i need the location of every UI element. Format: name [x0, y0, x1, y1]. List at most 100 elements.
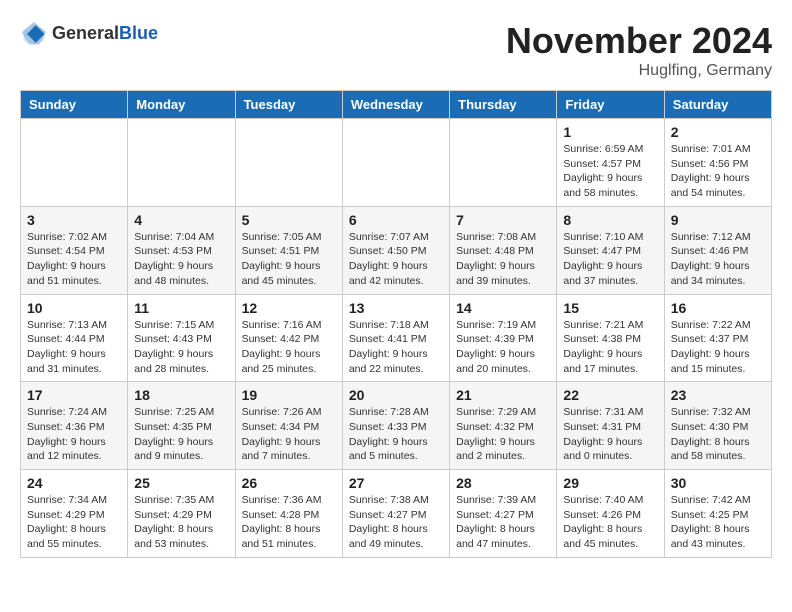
calendar-cell: 16 Sunrise: 7:22 AM Sunset: 4:37 PM Dayli… — [664, 294, 771, 382]
day-info: Sunrise: 7:21 AM Sunset: 4:38 PM Dayligh… — [563, 318, 657, 377]
calendar-cell: 14 Sunrise: 7:19 AM Sunset: 4:39 PM Dayli… — [450, 294, 557, 382]
weekday-header-row: Sunday Monday Tuesday Wednesday Thursday… — [21, 91, 772, 119]
calendar-cell: 12 Sunrise: 7:16 AM Sunset: 4:42 PM Dayli… — [235, 294, 342, 382]
calendar-week-row: 24 Sunrise: 7:34 AM Sunset: 4:29 PM Dayli… — [21, 470, 772, 558]
calendar-cell: 28 Sunrise: 7:39 AM Sunset: 4:27 PM Dayli… — [450, 470, 557, 558]
day-number: 16 — [671, 300, 765, 316]
calendar-cell — [235, 119, 342, 207]
day-info: Sunrise: 7:22 AM Sunset: 4:37 PM Dayligh… — [671, 318, 765, 377]
header-thursday: Thursday — [450, 91, 557, 119]
calendar-cell — [342, 119, 449, 207]
day-number: 5 — [242, 212, 336, 228]
day-info: Sunrise: 7:04 AM Sunset: 4:53 PM Dayligh… — [134, 230, 228, 289]
calendar-cell: 27Sunrise: 7:38 AM Sunset: 4:27 PM Dayli… — [342, 470, 449, 558]
day-info: Sunrise: 7:13 AM Sunset: 4:44 PM Dayligh… — [27, 318, 121, 377]
logo-general: GeneralBlue — [52, 24, 158, 44]
calendar-cell: 17Sunrise: 7:24 AM Sunset: 4:36 PM Dayli… — [21, 382, 128, 470]
day-info: Sunrise: 7:32 AM Sunset: 4:30 PM Dayligh… — [671, 405, 765, 464]
calendar-cell: 24 Sunrise: 7:34 AM Sunset: 4:29 PM Dayli… — [21, 470, 128, 558]
day-info: Sunrise: 7:39 AM Sunset: 4:27 PM Dayligh… — [456, 493, 550, 552]
header: GeneralBlue November 2024 Huglfing, Germ… — [20, 20, 772, 80]
day-info: Sunrise: 7:15 AM Sunset: 4:43 PM Dayligh… — [134, 318, 228, 377]
day-number: 24 — [27, 475, 121, 491]
calendar-cell — [450, 119, 557, 207]
day-info: Sunrise: 7:02 AM Sunset: 4:54 PM Dayligh… — [27, 230, 121, 289]
calendar-week-row: 1 Sunrise: 6:59 AM Sunset: 4:57 PM Daylig… — [21, 119, 772, 207]
day-info: Sunrise: 7:10 AM Sunset: 4:47 PM Dayligh… — [563, 230, 657, 289]
day-info: Sunrise: 7:16 AM Sunset: 4:42 PM Dayligh… — [242, 318, 336, 377]
header-sunday: Sunday — [21, 91, 128, 119]
calendar-cell: 7Sunrise: 7:08 AM Sunset: 4:48 PM Daylig… — [450, 206, 557, 294]
calendar-cell: 10 Sunrise: 7:13 AM Sunset: 4:44 PM Dayli… — [21, 294, 128, 382]
day-number: 22 — [563, 387, 657, 403]
day-number: 11 — [134, 300, 228, 316]
day-number: 7 — [456, 212, 550, 228]
day-info: Sunrise: 7:28 AM Sunset: 4:33 PM Dayligh… — [349, 405, 443, 464]
header-monday: Monday — [128, 91, 235, 119]
day-info: Sunrise: 7:05 AM Sunset: 4:51 PM Dayligh… — [242, 230, 336, 289]
logo-icon — [20, 20, 48, 48]
calendar-cell: 1 Sunrise: 6:59 AM Sunset: 4:57 PM Daylig… — [557, 119, 664, 207]
day-number: 12 — [242, 300, 336, 316]
day-number: 30 — [671, 475, 765, 491]
day-number: 25 — [134, 475, 228, 491]
day-number: 8 — [563, 212, 657, 228]
calendar-cell: 15Sunrise: 7:21 AM Sunset: 4:38 PM Dayli… — [557, 294, 664, 382]
calendar-cell: 21Sunrise: 7:29 AM Sunset: 4:32 PM Dayli… — [450, 382, 557, 470]
day-info: Sunrise: 7:31 AM Sunset: 4:31 PM Dayligh… — [563, 405, 657, 464]
header-tuesday: Tuesday — [235, 91, 342, 119]
calendar-cell: 29 Sunrise: 7:40 AM Sunset: 4:26 PM Dayli… — [557, 470, 664, 558]
calendar-week-row: 3 Sunrise: 7:02 AM Sunset: 4:54 PM Daylig… — [21, 206, 772, 294]
day-number: 6 — [349, 212, 443, 228]
calendar-cell: 22 Sunrise: 7:31 AM Sunset: 4:31 PM Dayli… — [557, 382, 664, 470]
day-number: 29 — [563, 475, 657, 491]
calendar-cell: 23 Sunrise: 7:32 AM Sunset: 4:30 PM Dayli… — [664, 382, 771, 470]
header-saturday: Saturday — [664, 91, 771, 119]
calendar-cell: 4 Sunrise: 7:04 AM Sunset: 4:53 PM Daylig… — [128, 206, 235, 294]
day-info: Sunrise: 7:42 AM Sunset: 4:25 PM Dayligh… — [671, 493, 765, 552]
day-info: Sunrise: 7:25 AM Sunset: 4:35 PM Dayligh… — [134, 405, 228, 464]
day-number: 10 — [27, 300, 121, 316]
header-friday: Friday — [557, 91, 664, 119]
day-number: 13 — [349, 300, 443, 316]
calendar-cell: 25Sunrise: 7:35 AM Sunset: 4:29 PM Dayli… — [128, 470, 235, 558]
day-number: 4 — [134, 212, 228, 228]
calendar-cell — [128, 119, 235, 207]
calendar-cell: 18Sunrise: 7:25 AM Sunset: 4:35 PM Dayli… — [128, 382, 235, 470]
header-wednesday: Wednesday — [342, 91, 449, 119]
calendar-cell: 5 Sunrise: 7:05 AM Sunset: 4:51 PM Daylig… — [235, 206, 342, 294]
calendar-cell — [21, 119, 128, 207]
calendar-cell: 20 Sunrise: 7:28 AM Sunset: 4:33 PM Dayli… — [342, 382, 449, 470]
day-info: Sunrise: 7:29 AM Sunset: 4:32 PM Dayligh… — [456, 405, 550, 464]
day-number: 28 — [456, 475, 550, 491]
day-info: Sunrise: 7:18 AM Sunset: 4:41 PM Dayligh… — [349, 318, 443, 377]
calendar-cell: 19Sunrise: 7:26 AM Sunset: 4:34 PM Dayli… — [235, 382, 342, 470]
day-info: Sunrise: 7:24 AM Sunset: 4:36 PM Dayligh… — [27, 405, 121, 464]
calendar-cell: 11 Sunrise: 7:15 AM Sunset: 4:43 PM Dayli… — [128, 294, 235, 382]
day-info: Sunrise: 7:19 AM Sunset: 4:39 PM Dayligh… — [456, 318, 550, 377]
calendar: Sunday Monday Tuesday Wednesday Thursday… — [20, 90, 772, 558]
day-number: 20 — [349, 387, 443, 403]
day-number: 3 — [27, 212, 121, 228]
logo: GeneralBlue — [20, 20, 158, 48]
calendar-cell: 30 Sunrise: 7:42 AM Sunset: 4:25 PM Dayli… — [664, 470, 771, 558]
calendar-week-row: 17Sunrise: 7:24 AM Sunset: 4:36 PM Dayli… — [21, 382, 772, 470]
calendar-cell: 8 Sunrise: 7:10 AM Sunset: 4:47 PM Daylig… — [557, 206, 664, 294]
day-number: 14 — [456, 300, 550, 316]
day-info: Sunrise: 7:36 AM Sunset: 4:28 PM Dayligh… — [242, 493, 336, 552]
location-subtitle: Huglfing, Germany — [506, 62, 772, 80]
day-info: Sunrise: 7:34 AM Sunset: 4:29 PM Dayligh… — [27, 493, 121, 552]
calendar-week-row: 10 Sunrise: 7:13 AM Sunset: 4:44 PM Dayli… — [21, 294, 772, 382]
day-info: Sunrise: 7:26 AM Sunset: 4:34 PM Dayligh… — [242, 405, 336, 464]
day-info: Sunrise: 7:01 AM Sunset: 4:56 PM Dayligh… — [671, 142, 765, 201]
day-info: Sunrise: 7:40 AM Sunset: 4:26 PM Dayligh… — [563, 493, 657, 552]
day-info: Sunrise: 6:59 AM Sunset: 4:57 PM Dayligh… — [563, 142, 657, 201]
day-number: 1 — [563, 124, 657, 140]
day-info: Sunrise: 7:07 AM Sunset: 4:50 PM Dayligh… — [349, 230, 443, 289]
calendar-cell: 13 Sunrise: 7:18 AM Sunset: 4:41 PM Dayli… — [342, 294, 449, 382]
calendar-cell: 6 Sunrise: 7:07 AM Sunset: 4:50 PM Daylig… — [342, 206, 449, 294]
day-number: 26 — [242, 475, 336, 491]
calendar-cell: 9Sunrise: 7:12 AM Sunset: 4:46 PM Daylig… — [664, 206, 771, 294]
day-number: 23 — [671, 387, 765, 403]
calendar-cell: 3 Sunrise: 7:02 AM Sunset: 4:54 PM Daylig… — [21, 206, 128, 294]
